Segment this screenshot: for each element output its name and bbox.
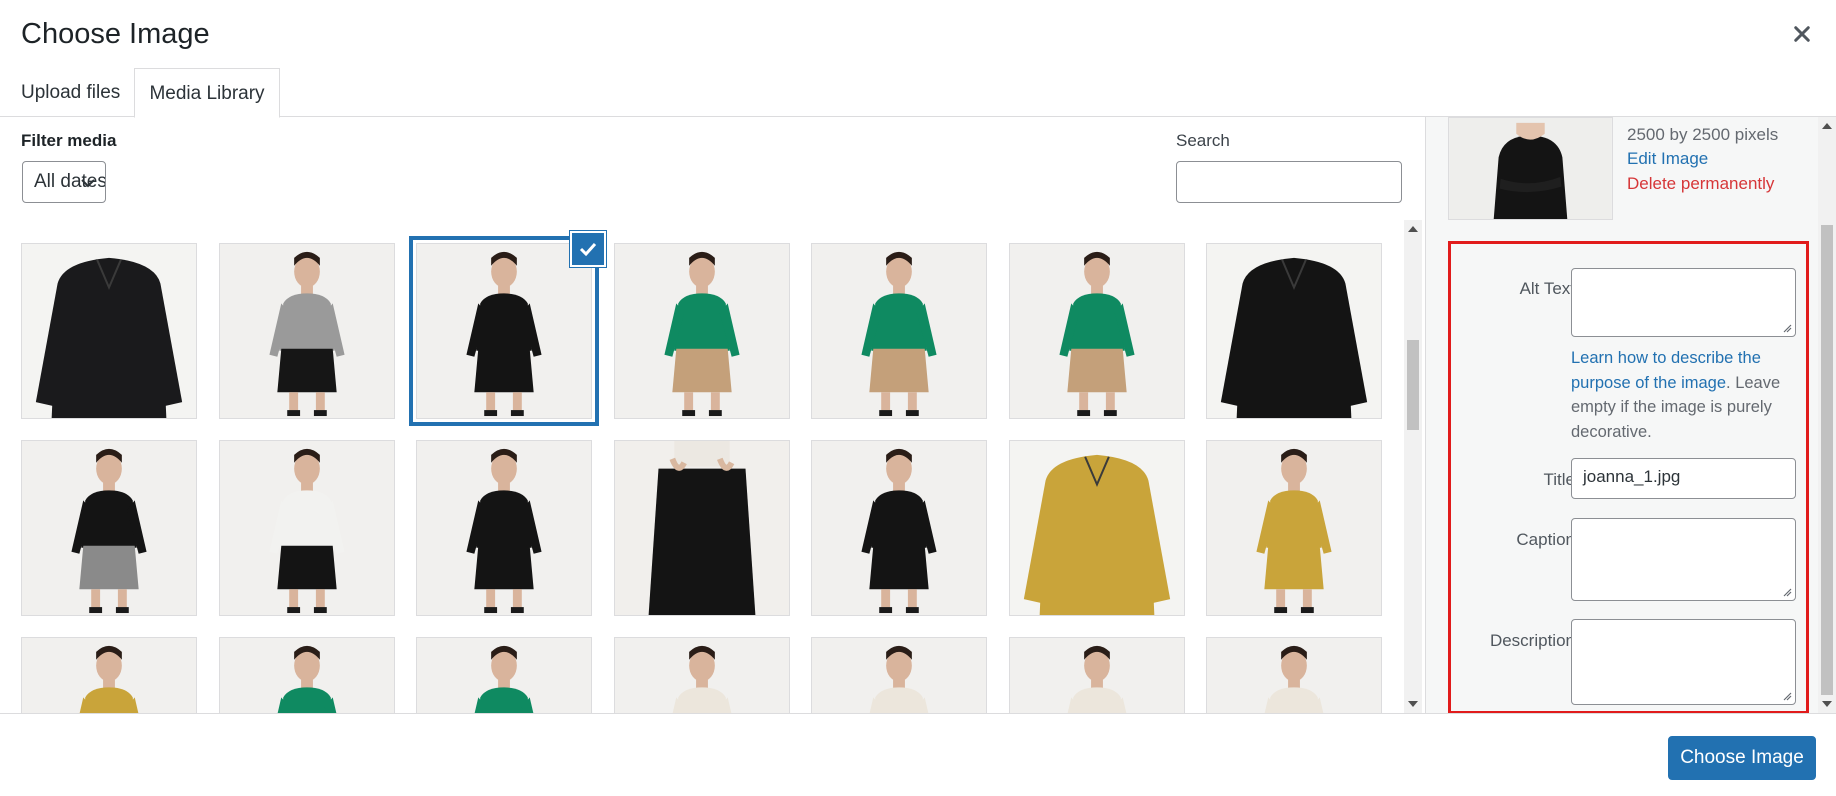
- media-thumbnail: [219, 441, 394, 615]
- details-scrollbar[interactable]: [1818, 117, 1836, 713]
- media-item[interactable]: [811, 243, 987, 419]
- media-item[interactable]: [1008, 440, 1185, 616]
- modal-title: Choose Image: [21, 18, 210, 50]
- media-thumbnail: [1207, 638, 1381, 713]
- media-thumbnail: [1009, 638, 1184, 713]
- media-item[interactable]: [218, 243, 395, 419]
- attachment-details: 2500 by 2500 pixels Edit Image Delete pe…: [1425, 117, 1836, 713]
- choose-image-button[interactable]: Choose Image: [1668, 736, 1816, 780]
- media-item[interactable]: [218, 440, 395, 616]
- chevron-down-icon: [81, 179, 95, 188]
- selected-check-button[interactable]: [570, 231, 606, 267]
- modal-toolbar: Choose Image: [0, 713, 1836, 796]
- grid-scrollbar[interactable]: [1404, 220, 1422, 713]
- delete-permanently-link[interactable]: Delete permanently: [1627, 174, 1774, 194]
- resize-handle-icon[interactable]: [1782, 323, 1792, 333]
- description-label: Description: [1489, 631, 1575, 650]
- media-item[interactable]: [21, 637, 197, 713]
- scroll-down-icon[interactable]: [1822, 701, 1832, 707]
- search-label: Search: [1176, 131, 1230, 150]
- scroll-thumb[interactable]: [1407, 340, 1419, 430]
- attachment-dimensions: 2500 by 2500 pixels: [1627, 125, 1779, 144]
- resize-handle-icon[interactable]: [1782, 691, 1792, 701]
- media-browser: Filter media All dates Search: [0, 117, 1425, 713]
- attachment-thumbnail: [1448, 117, 1613, 220]
- media-item[interactable]: [811, 440, 987, 616]
- alt-text-label: Alt Text: [1519, 279, 1575, 298]
- media-thumbnail: [1009, 441, 1184, 615]
- media-thumbnail: [812, 244, 986, 418]
- alt-text-help: Learn how to describe the purpose of the…: [1571, 346, 1801, 444]
- checkmark-icon: [579, 242, 597, 257]
- media-thumbnail: [22, 638, 196, 713]
- media-item[interactable]: [21, 440, 197, 616]
- resize-handle-icon[interactable]: [1782, 587, 1792, 597]
- media-thumbnail: [1207, 441, 1381, 615]
- alt-text-field[interactable]: [1571, 268, 1796, 337]
- media-item[interactable]: [1206, 440, 1382, 616]
- media-thumbnail: [614, 638, 789, 713]
- scroll-thumb[interactable]: [1821, 225, 1833, 695]
- date-filter-select[interactable]: All dates: [22, 161, 106, 203]
- media-thumbnail: [219, 638, 394, 713]
- filter-media-label: Filter media: [21, 131, 117, 150]
- description-field[interactable]: [1571, 619, 1796, 705]
- media-thumbnail: [22, 441, 196, 615]
- media-item[interactable]: [613, 637, 790, 713]
- thumbnail-image: [1449, 118, 1612, 219]
- media-item[interactable]: [1008, 243, 1185, 419]
- title-value: joanna_1.jpg: [1583, 467, 1681, 486]
- media-item[interactable]: [613, 440, 790, 616]
- media-thumbnail: [1009, 244, 1184, 418]
- media-thumbnail: [219, 244, 394, 418]
- scroll-down-icon[interactable]: [1408, 701, 1418, 707]
- media-item[interactable]: [218, 637, 395, 713]
- search-input[interactable]: [1176, 161, 1402, 203]
- caption-label: Caption: [1516, 530, 1575, 549]
- close-icon: [1794, 26, 1810, 42]
- attachment-fields-highlight: Alt Text Learn how to describe the purpo…: [1448, 241, 1809, 713]
- media-tabs: Upload files Media Library: [0, 68, 1836, 118]
- scroll-up-icon[interactable]: [1822, 123, 1832, 129]
- media-item[interactable]: [21, 243, 197, 419]
- media-item[interactable]: [416, 440, 592, 616]
- media-thumbnail: [1207, 244, 1381, 418]
- attachments-grid: [0, 220, 1406, 713]
- media-item[interactable]: [1206, 243, 1382, 419]
- media-thumbnail: [417, 638, 591, 713]
- tab-media-library[interactable]: Media Library: [134, 68, 280, 118]
- media-item[interactable]: [1206, 637, 1382, 713]
- media-thumbnail: [22, 244, 196, 418]
- media-item[interactable]: [811, 637, 987, 713]
- media-thumbnail: [417, 244, 591, 418]
- media-item-selected[interactable]: [416, 243, 592, 419]
- media-thumbnail: [812, 441, 986, 615]
- close-button[interactable]: [1790, 22, 1814, 46]
- media-item[interactable]: [416, 637, 592, 713]
- media-item[interactable]: [1008, 637, 1185, 713]
- title-field[interactable]: joanna_1.jpg: [1571, 458, 1796, 499]
- media-item[interactable]: [613, 243, 790, 419]
- media-thumbnail: [614, 441, 789, 615]
- scroll-up-icon[interactable]: [1408, 226, 1418, 232]
- media-thumbnail: [614, 244, 789, 418]
- media-thumbnail: [812, 638, 986, 713]
- tab-upload-files[interactable]: Upload files: [21, 68, 120, 117]
- caption-field[interactable]: [1571, 518, 1796, 601]
- media-thumbnail: [417, 441, 591, 615]
- edit-image-link[interactable]: Edit Image: [1627, 149, 1708, 169]
